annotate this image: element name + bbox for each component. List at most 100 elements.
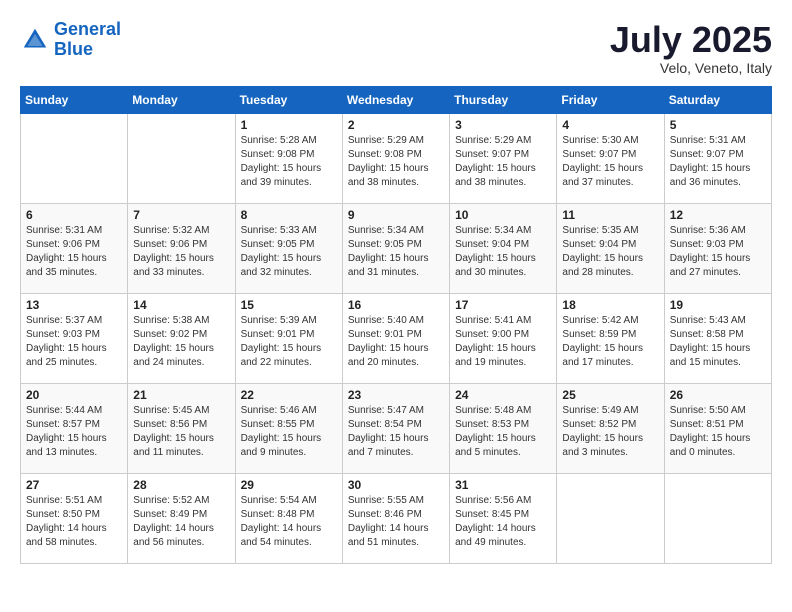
day-number: 12 [670,208,766,222]
calendar-cell: 3Sunrise: 5:29 AM Sunset: 9:07 PM Daylig… [450,113,557,203]
day-number: 21 [133,388,229,402]
day-content: Sunrise: 5:29 AM Sunset: 9:08 PM Dayligh… [348,134,444,190]
day-content: Sunrise: 5:33 AM Sunset: 9:05 PM Dayligh… [241,224,337,280]
calendar-cell: 27Sunrise: 5:51 AM Sunset: 8:50 PM Dayli… [21,473,128,563]
day-number: 5 [670,118,766,132]
calendar-cell: 31 Sunrise: 5:56 AM Sunset: 8:45 PM Dayli… [450,473,557,563]
logo-line1: General [54,19,121,39]
day-content: Sunrise: 5:30 AM Sunset: 9:07 PM Dayligh… [562,134,658,190]
calendar-cell: 8 Sunrise: 5:33 AM Sunset: 9:05 PM Daylig… [235,203,342,293]
title-area: July 2025 Velo, Veneto, Italy [610,20,772,76]
day-content: Sunrise: 5:50 AM Sunset: 8:51 PM Dayligh… [670,404,766,460]
day-number: 16 [348,298,444,312]
calendar-header: SundayMondayTuesdayWednesdayThursdayFrid… [21,86,772,113]
header-cell-thursday: Thursday [450,86,557,113]
calendar-cell: 24Sunrise: 5:48 AM Sunset: 8:53 PM Dayli… [450,383,557,473]
header-cell-monday: Monday [128,86,235,113]
calendar-cell: 11Sunrise: 5:35 AM Sunset: 9:04 PM Dayli… [557,203,664,293]
calendar-cell: 15Sunrise: 5:39 AM Sunset: 9:01 PM Dayli… [235,293,342,383]
day-content: Sunrise: 5:45 AM Sunset: 8:56 PM Dayligh… [133,404,229,460]
header-cell-friday: Friday [557,86,664,113]
day-number: 8 [241,208,337,222]
day-content: Sunrise: 5:47 AM Sunset: 8:54 PM Dayligh… [348,404,444,460]
week-row-4: 20 Sunrise: 5:44 AM Sunset: 8:57 PM Dayli… [21,383,772,473]
logo-icon [20,25,50,55]
day-number: 9 [348,208,444,222]
day-number: 20 [26,388,122,402]
week-row-5: 27Sunrise: 5:51 AM Sunset: 8:50 PM Dayli… [21,473,772,563]
calendar-cell: 13 Sunrise: 5:37 AM Sunset: 9:03 PM Dayli… [21,293,128,383]
calendar-cell: 22Sunrise: 5:46 AM Sunset: 8:55 PM Dayli… [235,383,342,473]
day-content: Sunrise: 5:37 AM Sunset: 9:03 PM Dayligh… [26,314,122,370]
day-number: 25 [562,388,658,402]
calendar-table: SundayMondayTuesdayWednesdayThursdayFrid… [20,86,772,564]
day-number: 1 [241,118,337,132]
calendar-cell [128,113,235,203]
day-number: 18 [562,298,658,312]
header-cell-saturday: Saturday [664,86,771,113]
day-number: 2 [348,118,444,132]
calendar-cell: 12 Sunrise: 5:36 AM Sunset: 9:03 PM Dayli… [664,203,771,293]
day-number: 30 [348,478,444,492]
day-number: 19 [670,298,766,312]
day-number: 6 [26,208,122,222]
day-content: Sunrise: 5:42 AM Sunset: 8:59 PM Dayligh… [562,314,658,370]
day-content: Sunrise: 5:34 AM Sunset: 9:04 PM Dayligh… [455,224,551,280]
day-content: Sunrise: 5:44 AM Sunset: 8:57 PM Dayligh… [26,404,122,460]
day-content: Sunrise: 5:32 AM Sunset: 9:06 PM Dayligh… [133,224,229,280]
day-content: Sunrise: 5:51 AM Sunset: 8:50 PM Dayligh… [26,494,122,550]
day-number: 17 [455,298,551,312]
calendar-cell: 21 Sunrise: 5:45 AM Sunset: 8:56 PM Dayli… [128,383,235,473]
logo-text: General Blue [54,20,121,60]
day-content: Sunrise: 5:34 AM Sunset: 9:05 PM Dayligh… [348,224,444,280]
day-content: Sunrise: 5:36 AM Sunset: 9:03 PM Dayligh… [670,224,766,280]
day-number: 28 [133,478,229,492]
calendar-body: 1 Sunrise: 5:28 AM Sunset: 9:08 PM Daylig… [21,113,772,563]
day-content: Sunrise: 5:31 AM Sunset: 9:06 PM Dayligh… [26,224,122,280]
header-cell-wednesday: Wednesday [342,86,449,113]
calendar-cell: 9 Sunrise: 5:34 AM Sunset: 9:05 PM Daylig… [342,203,449,293]
logo-line2: Blue [54,39,93,59]
calendar-cell [557,473,664,563]
calendar-cell: 28 Sunrise: 5:52 AM Sunset: 8:49 PM Dayli… [128,473,235,563]
calendar-cell: 17 Sunrise: 5:41 AM Sunset: 9:00 PM Dayli… [450,293,557,383]
calendar-cell: 20 Sunrise: 5:44 AM Sunset: 8:57 PM Dayli… [21,383,128,473]
day-number: 23 [348,388,444,402]
day-content: Sunrise: 5:41 AM Sunset: 9:00 PM Dayligh… [455,314,551,370]
calendar-cell: 10 Sunrise: 5:34 AM Sunset: 9:04 PM Dayli… [450,203,557,293]
calendar-cell: 26 Sunrise: 5:50 AM Sunset: 8:51 PM Dayli… [664,383,771,473]
day-number: 15 [241,298,337,312]
calendar-cell: 29Sunrise: 5:54 AM Sunset: 8:48 PM Dayli… [235,473,342,563]
day-number: 3 [455,118,551,132]
week-row-1: 1 Sunrise: 5:28 AM Sunset: 9:08 PM Daylig… [21,113,772,203]
header-row: SundayMondayTuesdayWednesdayThursdayFrid… [21,86,772,113]
location: Velo, Veneto, Italy [610,60,772,76]
page-header: General Blue July 2025 Velo, Veneto, Ita… [20,20,772,76]
calendar-cell [21,113,128,203]
month-title: July 2025 [610,20,772,60]
calendar-cell: 25 Sunrise: 5:49 AM Sunset: 8:52 PM Dayli… [557,383,664,473]
day-content: Sunrise: 5:56 AM Sunset: 8:45 PM Dayligh… [455,494,551,550]
day-content: Sunrise: 5:55 AM Sunset: 8:46 PM Dayligh… [348,494,444,550]
week-row-3: 13 Sunrise: 5:37 AM Sunset: 9:03 PM Dayli… [21,293,772,383]
logo: General Blue [20,20,121,60]
calendar-cell: 7 Sunrise: 5:32 AM Sunset: 9:06 PM Daylig… [128,203,235,293]
day-number: 13 [26,298,122,312]
day-content: Sunrise: 5:49 AM Sunset: 8:52 PM Dayligh… [562,404,658,460]
day-number: 11 [562,208,658,222]
day-number: 7 [133,208,229,222]
day-content: Sunrise: 5:31 AM Sunset: 9:07 PM Dayligh… [670,134,766,190]
day-number: 26 [670,388,766,402]
header-cell-sunday: Sunday [21,86,128,113]
header-cell-tuesday: Tuesday [235,86,342,113]
day-content: Sunrise: 5:54 AM Sunset: 8:48 PM Dayligh… [241,494,337,550]
day-content: Sunrise: 5:28 AM Sunset: 9:08 PM Dayligh… [241,134,337,190]
day-content: Sunrise: 5:52 AM Sunset: 8:49 PM Dayligh… [133,494,229,550]
calendar-cell: 6 Sunrise: 5:31 AM Sunset: 9:06 PM Daylig… [21,203,128,293]
day-content: Sunrise: 5:46 AM Sunset: 8:55 PM Dayligh… [241,404,337,460]
calendar-cell: 14Sunrise: 5:38 AM Sunset: 9:02 PM Dayli… [128,293,235,383]
day-number: 10 [455,208,551,222]
week-row-2: 6 Sunrise: 5:31 AM Sunset: 9:06 PM Daylig… [21,203,772,293]
calendar-cell: 30 Sunrise: 5:55 AM Sunset: 8:46 PM Dayli… [342,473,449,563]
day-number: 31 [455,478,551,492]
